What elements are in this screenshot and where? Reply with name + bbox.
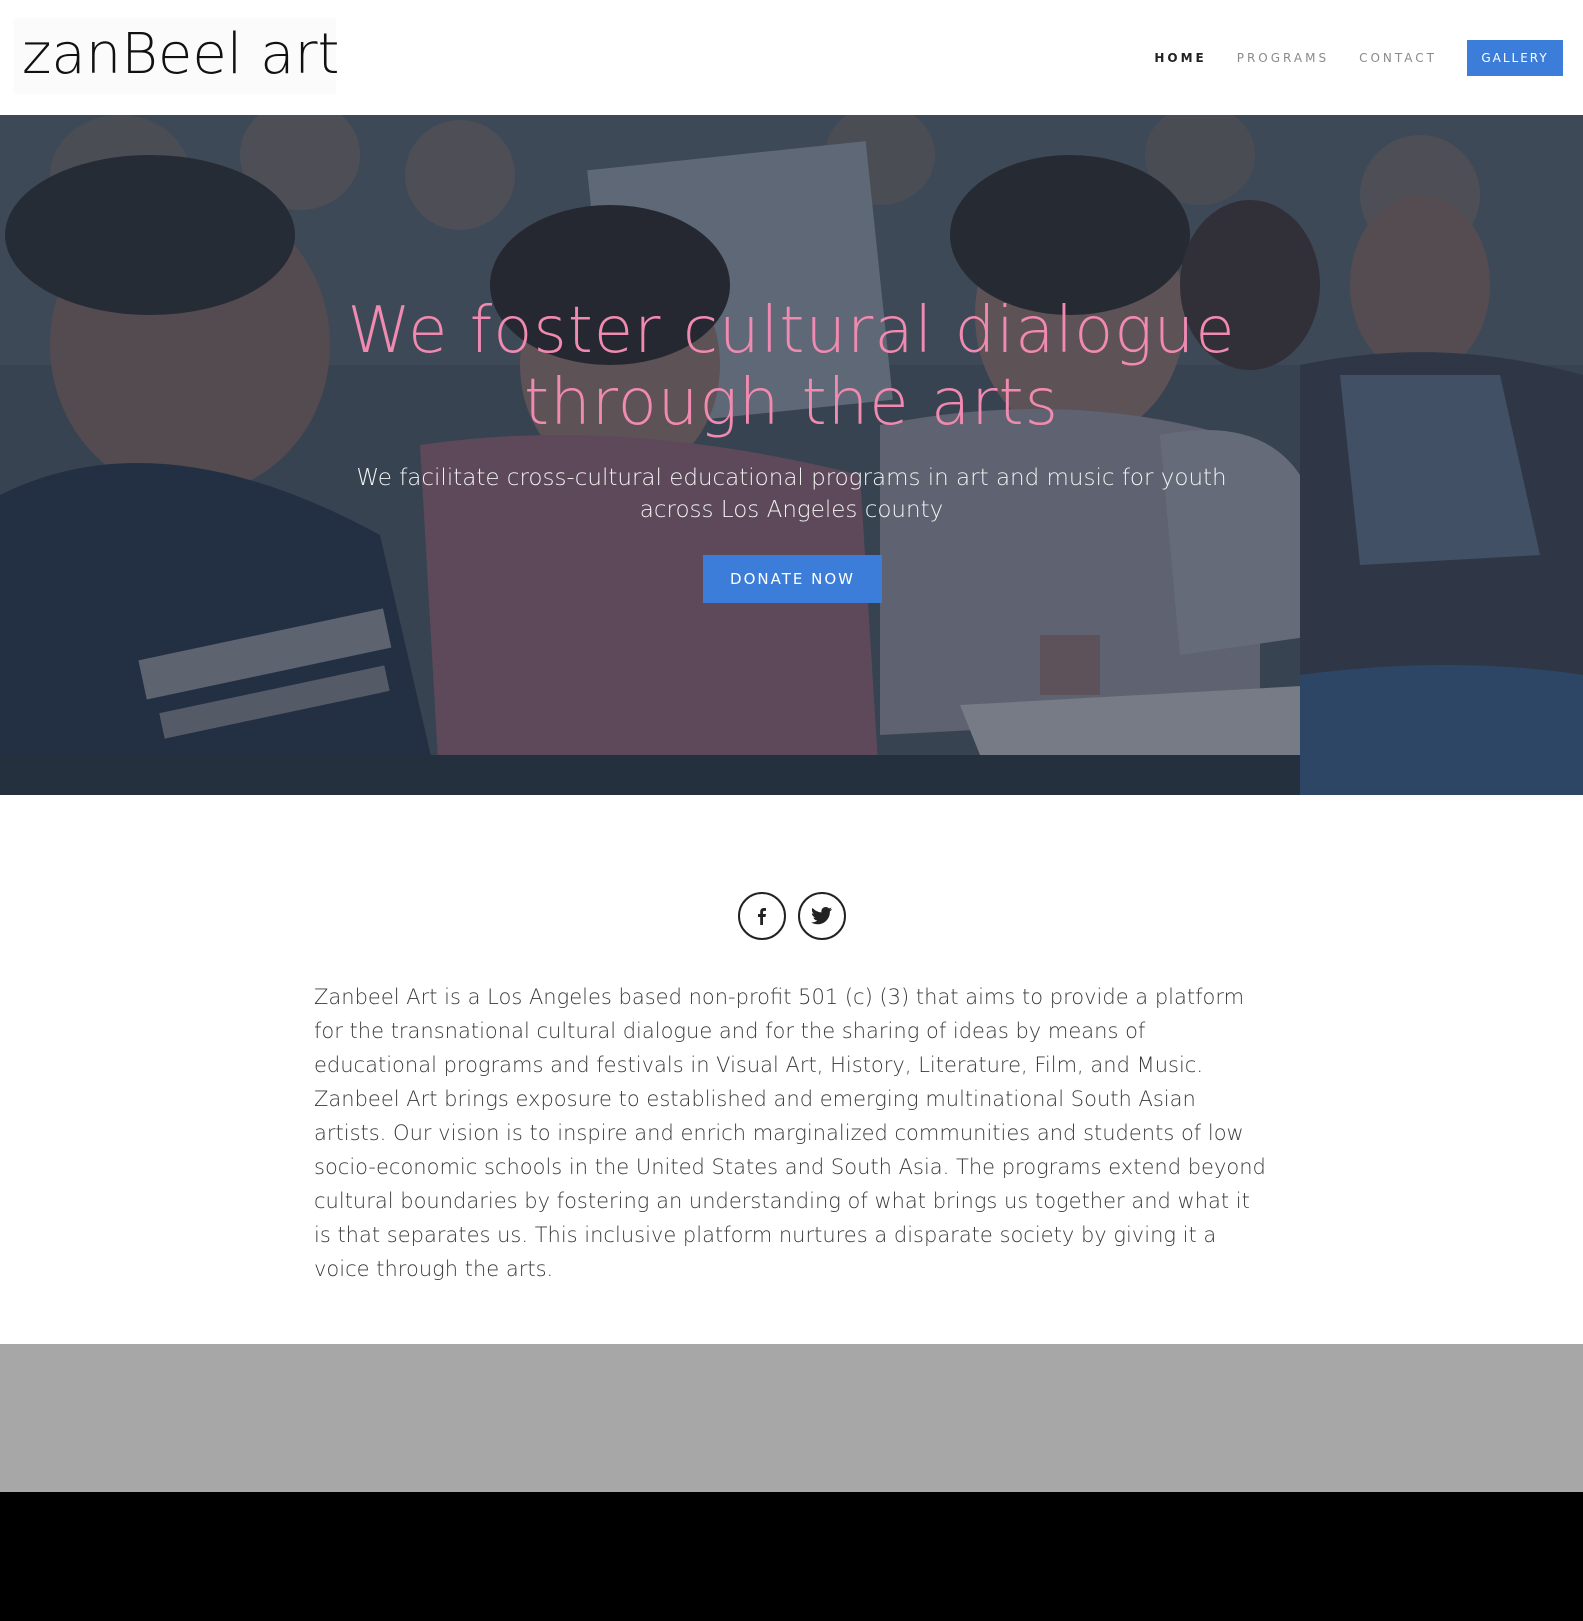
hero-section: We foster cultural dialogue through the … <box>0 115 1583 795</box>
site-header: zanBeel art HOME PROGRAMS CONTACT GALLER… <box>0 0 1583 115</box>
facebook-icon[interactable] <box>738 892 786 940</box>
donate-button[interactable]: DONATE NOW <box>703 555 882 603</box>
about-text: Zanbeel Art is a Los Angeles based non-p… <box>314 985 1266 1281</box>
nav-contact[interactable]: CONTACT <box>1359 51 1437 65</box>
nav-home[interactable]: HOME <box>1154 51 1206 65</box>
logo-text: zanBeel art <box>22 22 340 87</box>
twitter-glyph <box>811 907 833 925</box>
hero-title: We foster cultural dialogue through the … <box>347 294 1236 440</box>
twitter-icon[interactable] <box>798 892 846 940</box>
nav-programs[interactable]: PROGRAMS <box>1237 51 1329 65</box>
facebook-glyph <box>758 908 766 925</box>
footer-band <box>0 1492 1583 1621</box>
main-nav: HOME PROGRAMS CONTACT GALLERY <box>1154 40 1563 76</box>
social-links <box>738 892 846 940</box>
site-logo[interactable]: zanBeel art <box>14 18 340 94</box>
gray-section <box>0 1344 1583 1492</box>
hero-subtitle: We facilitate cross-cultural educational… <box>356 465 1227 523</box>
hero-overlay <box>0 115 1583 795</box>
gallery-button[interactable]: GALLERY <box>1467 40 1563 76</box>
